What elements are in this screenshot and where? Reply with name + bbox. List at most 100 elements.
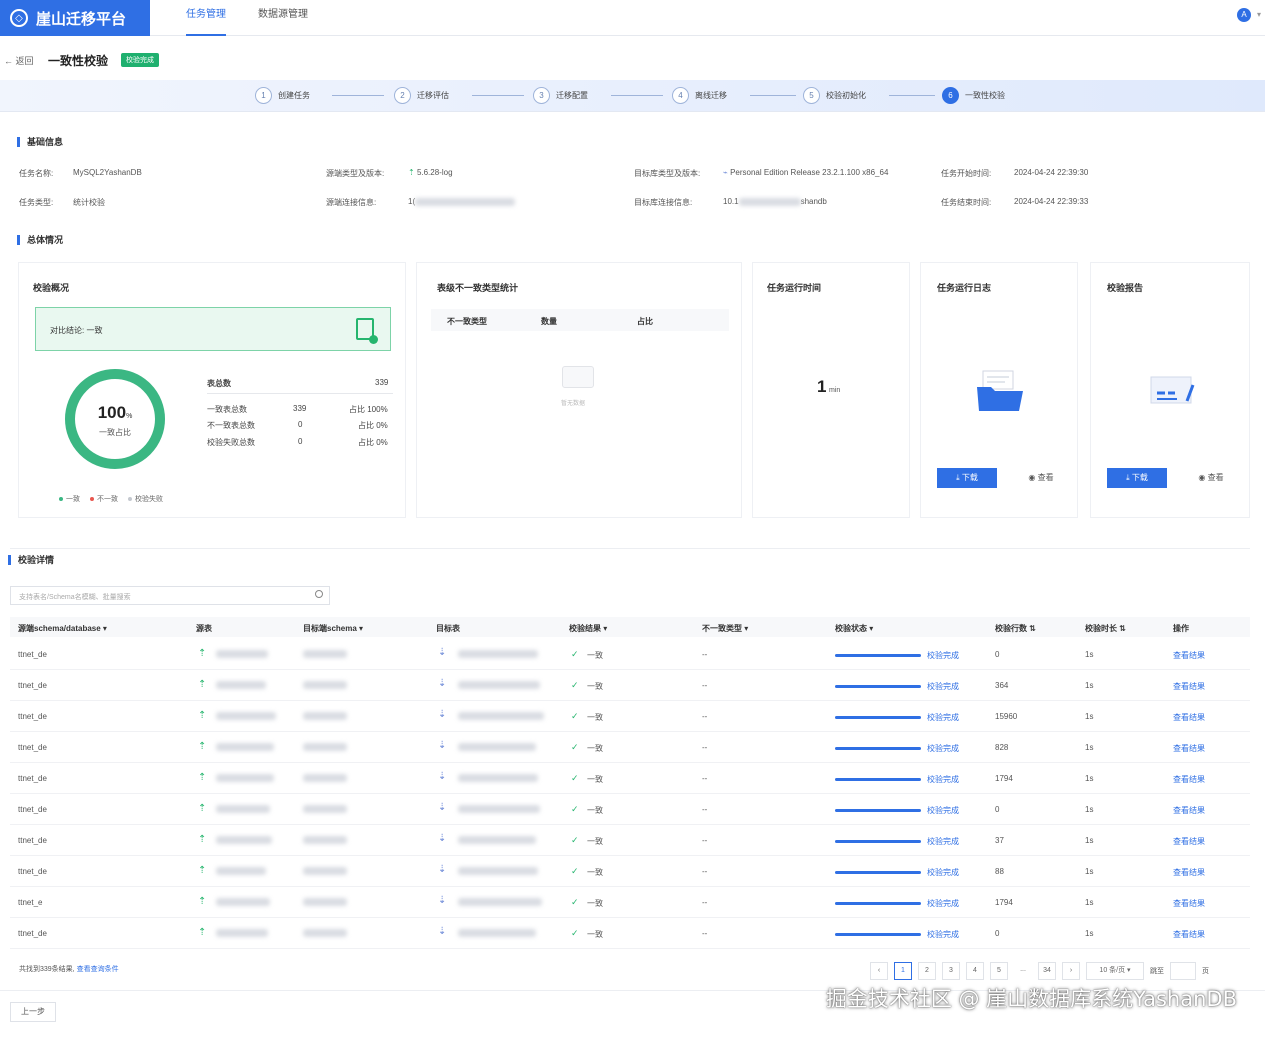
- row-src-schema: ttnet_de: [18, 929, 47, 938]
- row-status: 校验完成: [927, 775, 959, 784]
- start-time: 2024-04-24 22:39:30: [1014, 168, 1089, 177]
- col-type[interactable]: 不一致类型 ▾: [702, 623, 748, 634]
- row-result: 一致: [587, 651, 603, 660]
- row-type: --: [702, 836, 708, 845]
- page-3[interactable]: 3: [942, 962, 960, 980]
- redacted-block: [415, 197, 516, 206]
- yashandb-target-icon: ⇣: [438, 678, 447, 689]
- empty-text: 暂无数据: [561, 401, 586, 407]
- view-result-link[interactable]: 查看结果: [1173, 867, 1205, 878]
- view-result-link[interactable]: 查看结果: [1173, 774, 1205, 785]
- row-type: --: [702, 743, 708, 752]
- col-rows[interactable]: 校验行数 ⇅: [995, 623, 1036, 634]
- search-placeholder: 支持表名/Schema名模糊、批量搜索: [19, 594, 131, 601]
- inconsistent-value: 0: [298, 420, 303, 429]
- next-page-button[interactable]: ›: [1062, 962, 1080, 980]
- view-result-link[interactable]: 查看结果: [1173, 743, 1205, 754]
- mysql-source-icon: ⇡: [198, 927, 207, 938]
- row-result: 一致: [587, 713, 603, 722]
- view-result-link[interactable]: 查看结果: [1173, 805, 1205, 816]
- goto-page-input[interactable]: [1170, 962, 1196, 980]
- page-size-select[interactable]: 10 条/页 ▾: [1086, 962, 1144, 980]
- prev-step-button[interactable]: 上一步: [10, 1002, 56, 1022]
- redacted-block: [216, 680, 266, 689]
- log-view-button[interactable]: ◉ 查看: [1011, 468, 1071, 488]
- row-status: 校验完成: [927, 899, 959, 908]
- chevron-down-icon[interactable]: ▾: [1257, 10, 1261, 19]
- mysql-source-icon: ⇡: [198, 896, 207, 907]
- row-src-schema: ttnet_de: [18, 774, 47, 783]
- redacted-block: [216, 804, 270, 813]
- report-view-button[interactable]: ◉ 查看: [1181, 468, 1241, 488]
- mysql-source-icon: ⇡: [198, 741, 207, 752]
- col-duration[interactable]: 校验时长 ⇅: [1085, 623, 1126, 634]
- view-result-link[interactable]: 查看结果: [1173, 836, 1205, 847]
- check-icon: ✓: [571, 835, 579, 845]
- view-result-link[interactable]: 查看结果: [1173, 929, 1205, 940]
- redacted-block: [458, 649, 538, 658]
- view-result-link[interactable]: 查看结果: [1173, 681, 1205, 692]
- log-download-button[interactable]: ⤓ 下载: [937, 468, 997, 488]
- step-verify-init: 5 校验初始化: [803, 87, 866, 104]
- report-download-button[interactable]: ⤓ 下载: [1107, 468, 1167, 488]
- tab-datasource-management[interactable]: 数据源管理: [258, 0, 308, 36]
- page-34[interactable]: 34: [1038, 962, 1056, 980]
- summary-card-title: 校验概况: [33, 283, 70, 293]
- status-progress-bar: [835, 871, 921, 874]
- status-progress-bar: [835, 840, 921, 843]
- col-status[interactable]: 校验状态 ▾: [835, 623, 873, 634]
- row-status: 校验完成: [927, 744, 959, 753]
- step-connector: [611, 95, 663, 96]
- row-src-schema: ttnet_de: [18, 836, 47, 845]
- check-icon: ✓: [571, 928, 579, 938]
- page-2[interactable]: 2: [918, 962, 936, 980]
- query-conditions-link[interactable]: 查看查询条件: [77, 966, 119, 973]
- row-rows: 1794: [995, 774, 1013, 783]
- row-result: 一致: [587, 806, 603, 815]
- redacted-block: [738, 197, 801, 206]
- user-avatar[interactable]: A: [1237, 8, 1251, 22]
- view-result-link[interactable]: 查看结果: [1173, 650, 1205, 661]
- back-label: 返回: [15, 56, 34, 66]
- col-tgt-table: 目标表: [436, 624, 460, 633]
- inconsistency-card: 表级不一致类型统计 不一致类型 数量 占比 暂无数据: [416, 262, 742, 518]
- search-icon[interactable]: [315, 590, 323, 598]
- table-row: ttnet_de ⇡ ⇣ ✓ 一致 -- 校验完成 1794 1s 查看结果: [10, 763, 1250, 794]
- brand[interactable]: ◇ 崖山迁移平台: [0, 0, 150, 36]
- page-ellipsis[interactable]: ...: [1014, 962, 1032, 980]
- page-4[interactable]: 4: [966, 962, 984, 980]
- src-type-label: 源端类型及版本:: [326, 169, 385, 178]
- inconsistent-label: 不一致表总数: [207, 421, 255, 430]
- step-config: 3 迁移配置: [533, 87, 588, 104]
- redacted-block: [216, 835, 272, 844]
- prev-page-button[interactable]: ‹: [870, 962, 888, 980]
- step-connector: [332, 95, 384, 96]
- status-progress-bar: [835, 902, 921, 905]
- page-5[interactable]: 5: [990, 962, 1008, 980]
- row-src-schema: ttnet_e: [18, 898, 43, 907]
- row-result: 一致: [587, 899, 603, 908]
- col-src-schema[interactable]: 源端schema/database ▾: [18, 623, 107, 634]
- col-result[interactable]: 校验结果 ▾: [569, 623, 607, 634]
- progress-steps: 1 创建任务 2 迁移评估 3 迁移配置 4 离线迁移 5 校验初始化 6 一致性校验: [0, 80, 1265, 112]
- row-src-schema: ttnet_de: [18, 805, 47, 814]
- mysql-source-icon: ⇡: [198, 710, 207, 721]
- check-icon: ✓: [571, 711, 579, 721]
- redacted-block: [303, 649, 347, 658]
- view-result-link[interactable]: 查看结果: [1173, 898, 1205, 909]
- yashandb-target-icon: ⇣: [438, 647, 447, 658]
- col-tgt-schema[interactable]: 目标端schema ▾: [303, 623, 363, 634]
- tab-task-management[interactable]: 任务管理: [186, 0, 226, 36]
- redacted-block: [458, 835, 536, 844]
- view-result-link[interactable]: 查看结果: [1173, 712, 1205, 723]
- page-1[interactable]: 1: [894, 962, 912, 980]
- end-time-label: 任务结束时间:: [941, 198, 992, 207]
- redacted-block: [303, 804, 347, 813]
- main-content: 基础信息 任务名称: MySQL2YashanDB 任务类型: 统计校验 源端类…: [0, 112, 1265, 1039]
- status-progress-bar: [835, 716, 921, 719]
- status-progress-bar: [835, 685, 921, 688]
- yashandb-target-icon: ⇣: [438, 709, 447, 720]
- redacted-block: [303, 711, 347, 720]
- back-button[interactable]: ← 返回: [4, 54, 34, 67]
- search-input[interactable]: 支持表名/Schema名模糊、批量搜索: [10, 586, 330, 605]
